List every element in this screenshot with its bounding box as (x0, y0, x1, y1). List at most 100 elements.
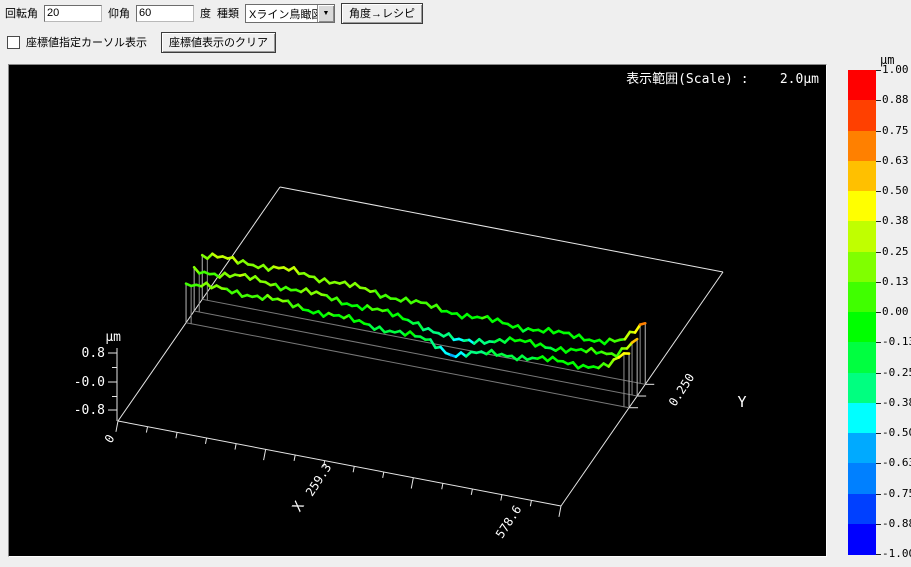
type-label: 種類 (217, 5, 239, 21)
x-axis-tick (205, 438, 206, 444)
colorbar-segment (848, 463, 876, 494)
x-axis-tick (146, 427, 147, 433)
colorbar-tick (876, 191, 881, 192)
colorbar-tick (876, 312, 881, 313)
colorbar-tick (876, 100, 881, 101)
colorbar-segment (848, 191, 876, 222)
colorbar-tick (876, 403, 881, 404)
plot-area: 0.8 -0.0 -0.8 μm 0 259.3 578.6 X 0.250 Y 表示範囲(Sca… (8, 64, 827, 557)
x-axis-tick (264, 449, 266, 460)
colorbar-segment (848, 373, 876, 404)
colorbar-tick (876, 221, 881, 222)
colorbar-gradient (848, 70, 876, 554)
z-axis-tick-label: -0.0 (74, 375, 105, 390)
surface-plot-3d: 0.8 -0.0 -0.8 μm 0 259.3 578.6 X 0.250 Y (9, 65, 826, 556)
combobox-dropdown-button[interactable]: ▼ (317, 5, 334, 22)
x-axis-tick-label: 259.3 (303, 461, 334, 499)
x-axis-title: X (290, 498, 308, 514)
colorbar-tick-label: -0.75 (882, 488, 911, 500)
elevation-angle-input[interactable] (136, 5, 194, 22)
colorbar-tick-label: 0.38 (882, 215, 911, 227)
view-type-combobox-value: Xライン鳥瞰図 (246, 5, 317, 22)
colorbar-tick-label: -0.13 (882, 336, 911, 348)
z-axis-unit-label: μm (105, 330, 121, 345)
colorbar-tick-label: 0.63 (882, 155, 911, 167)
colorbar-tick (876, 282, 881, 283)
elevation-angle-label: 仰角 (108, 5, 130, 21)
colorbar-segment (848, 161, 876, 192)
profile-line-segment (418, 323, 423, 330)
colorbar-segment (848, 403, 876, 434)
colorbar-tick-label: 0.75 (882, 125, 911, 137)
x-axis-tick-label: 0 (102, 432, 118, 446)
view-type-combobox[interactable]: Xライン鳥瞰図 ▼ (245, 4, 335, 23)
coordinate-toolbar: 座標値指定カーソル表示 座標値表示のクリア (7, 33, 276, 51)
x-axis-tick (176, 432, 177, 438)
colorbar-segment (848, 524, 876, 555)
colorbar-segment (848, 252, 876, 283)
colorbar-tick (876, 131, 881, 132)
scale-range-label: 表示範囲(Scale) : (626, 72, 748, 87)
scale-range-value (749, 72, 780, 87)
x-axis-tick (411, 478, 413, 489)
colorbar-tick-label: 0.25 (882, 246, 911, 258)
y-axis-tick-label: 0.250 (666, 371, 697, 409)
x-axis-tick (442, 483, 443, 489)
y-axis-title: Y (737, 393, 746, 411)
colorbar-tick (876, 524, 881, 525)
degree-label: 度 (200, 5, 211, 21)
baseplane-back-edge (280, 187, 723, 272)
x-axis-tick (559, 506, 561, 517)
colorbar-tick (876, 161, 881, 162)
x-axis-tick-label: 578.6 (493, 503, 524, 541)
x-axis-line (118, 421, 561, 506)
scale-range-value-num: 2.0μm (780, 72, 819, 87)
profile-line-segment (635, 325, 640, 333)
colorbar-tick-label: -0.50 (882, 427, 911, 439)
colorbar-segment (848, 131, 876, 162)
coordinate-cursor-checkbox-label: 座標値指定カーソル表示 (26, 34, 147, 50)
x-axis-tick (294, 455, 295, 461)
clear-coordinate-display-button[interactable]: 座標値表示のクリア (161, 32, 276, 53)
colorbar-segment (848, 70, 876, 101)
toolbar: 回転角 仰角 度 種類 Xライン鳥瞰図 ▼ 角度→レシピ (5, 4, 423, 22)
chevron-down-icon: ▼ (323, 10, 330, 17)
profile-baseline (186, 323, 629, 408)
x-axis-tick (383, 472, 384, 478)
profile-line-segment (632, 339, 637, 343)
colorbar-tick (876, 463, 881, 464)
colorbar-tick (876, 373, 881, 374)
colorbar-tick-label: -0.25 (882, 367, 911, 379)
rotation-angle-label: 回転角 (5, 5, 38, 21)
rotation-angle-input[interactable] (44, 5, 102, 22)
colorbar-segment (848, 312, 876, 343)
x-axis-tick (530, 500, 531, 506)
angle-to-recipe-button[interactable]: 角度→レシピ (341, 3, 423, 24)
x-axis-tick (353, 466, 354, 472)
colorbar-tick-label: -0.38 (882, 397, 911, 409)
z-axis-tick-label: 0.8 (82, 346, 105, 361)
app-window: { "toolbar": { "rotation_label": "回転角", … (0, 0, 911, 567)
colorbar-tick (876, 433, 881, 434)
colorbar-tick-label: 0.88 (882, 94, 911, 106)
colorbar-segment (848, 282, 876, 313)
z-axis-tick-label: -0.8 (74, 403, 105, 418)
x-axis-tick (116, 421, 118, 432)
colorbar-tick-label: -0.88 (882, 518, 911, 530)
colorbar-tick-label: -1.00 (882, 548, 911, 560)
x-axis-tick (471, 489, 472, 495)
colorbar-segment (848, 433, 876, 464)
colorbar-tick (876, 252, 881, 253)
coordinate-cursor-checkbox[interactable] (7, 36, 20, 49)
colorbar-segment (848, 494, 876, 525)
colorbar-tick (876, 342, 881, 343)
colorbar-tick (876, 494, 881, 495)
scale-range-text: 表示範囲(Scale) : 2.0μm (626, 68, 819, 87)
colorbar-tick-label: 1.00 (882, 64, 911, 76)
colorbar-tick-label: -0.63 (882, 457, 911, 469)
x-axis-tick (235, 444, 236, 450)
colorbar-tick-label: 0.50 (882, 185, 911, 197)
colorbar-tick-label: 0.13 (882, 276, 911, 288)
profile-line-segment (640, 323, 645, 324)
colorbar: μm 1.000.880.750.630.500.380.250.130.00-… (846, 52, 911, 564)
